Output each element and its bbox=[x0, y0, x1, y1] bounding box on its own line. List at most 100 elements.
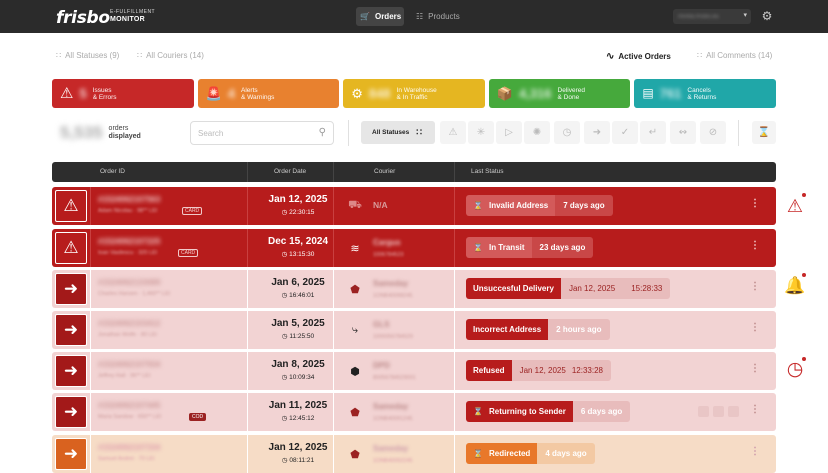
truck-icon: ⛟ bbox=[348, 199, 362, 211]
clock-icon: ◷ bbox=[281, 415, 288, 422]
alert-status-icon[interactable]: ⚠ bbox=[440, 121, 466, 144]
sameday-logo-icon: ⬟ bbox=[350, 406, 360, 419]
issues-alert-icon[interactable]: ⚠ bbox=[784, 193, 806, 217]
dotted-grid-icon: ∷ bbox=[137, 51, 143, 60]
table-row[interactable]: ➜ #1524062107334 Samuel Andrei · 70 LEI … bbox=[52, 435, 776, 473]
status-badge[interactable]: ⌛ Redirected 4 days ago bbox=[466, 443, 595, 464]
warning-triangle-icon: ⚠ bbox=[55, 232, 87, 264]
hourglass-icon: ⌛ bbox=[473, 407, 483, 416]
more-menu-icon[interactable]: ⋮ bbox=[750, 281, 760, 292]
card-alerts[interactable]: 🚨 4 Alerts & Warnings bbox=[197, 79, 340, 108]
status-badge[interactable]: ⌛ Returning to Sender 6 days ago bbox=[466, 401, 631, 422]
barcode-icon: ▤ bbox=[642, 86, 654, 100]
clock-status-icon[interactable]: ◷ bbox=[554, 121, 580, 144]
clock-icon: ◷ bbox=[281, 209, 288, 216]
card-delivered[interactable]: 📦 4,316 Delivered & Done bbox=[488, 79, 631, 108]
payment-tag: CARD bbox=[178, 249, 199, 257]
arrow-right-icon: ➜ bbox=[55, 273, 87, 305]
more-menu-icon[interactable]: ⋮ bbox=[750, 240, 760, 251]
clock-icon: ◷ bbox=[281, 333, 288, 340]
filter-active-orders[interactable]: ∿ Active Orders bbox=[606, 51, 671, 62]
arrow-right-icon: ➜ bbox=[55, 314, 87, 346]
hourglass-icon: ⌛ bbox=[473, 243, 483, 252]
clock-icon: ◷ bbox=[281, 457, 288, 464]
cart-icon: 🛒 bbox=[360, 12, 370, 21]
top-bar: frisbo E-FULFILLMENT MONITOR 🛒 Orders ☷ P… bbox=[0, 0, 828, 33]
hand-box-icon: 📦 bbox=[496, 86, 513, 101]
arrow-right-icon: ➜ bbox=[55, 355, 87, 387]
arrow-right-icon: ➜ bbox=[55, 438, 87, 470]
table-row[interactable]: ➜ #1524062103412 Jonathan Wolfe · 80 LEI… bbox=[52, 311, 776, 349]
more-menu-icon[interactable]: ⋮ bbox=[750, 363, 760, 374]
warning-triangle-icon: ⚠ bbox=[55, 190, 87, 222]
more-menu-icon[interactable]: ⋮ bbox=[750, 322, 760, 333]
status-badge[interactable]: Incorrect Address 2 hours ago bbox=[466, 319, 610, 340]
table-row[interactable]: ➜ #1524062133089 Charles Hansen · 1,460*… bbox=[52, 270, 776, 308]
dotted-grid-icon: ∷ bbox=[56, 51, 62, 60]
gears-icon: ⚙ bbox=[351, 86, 363, 101]
arrow-right-icon: ➜ bbox=[55, 396, 87, 428]
status-badge[interactable]: ⌛ In Transit 23 days ago bbox=[466, 237, 594, 258]
arrow-right-status-icon[interactable]: ➜ bbox=[584, 121, 610, 144]
filter-all-comments[interactable]: ∷ All Comments (14) bbox=[697, 51, 772, 60]
activity-icon: ∿ bbox=[606, 51, 615, 62]
filter-all-statuses[interactable]: ∷ All Statuses (9) bbox=[56, 51, 119, 60]
logo-subtitle: E-FULFILLMENT MONITOR bbox=[110, 9, 156, 23]
chevron-down-icon: ▾ bbox=[743, 12, 747, 19]
clock-alert-icon[interactable]: ◷ bbox=[784, 357, 806, 381]
siren-icon: 🚨 bbox=[205, 86, 222, 101]
return-status-icon[interactable]: ↵ bbox=[640, 121, 666, 144]
status-badge[interactable]: Refused Jan 12, 2025 12:33:28 bbox=[466, 360, 611, 381]
clock-icon: ◷ bbox=[281, 251, 288, 258]
more-menu-icon[interactable]: ⋮ bbox=[750, 404, 760, 415]
play-status-icon[interactable]: ▷ bbox=[496, 121, 522, 144]
warning-triangle-icon: ⚠ bbox=[60, 85, 74, 102]
cancel-status-icon[interactable]: ⊘ bbox=[700, 121, 726, 144]
table-row[interactable]: ➜ #1524062107445 Maria Sandow · 650** LE… bbox=[52, 393, 776, 431]
clock-icon: ◷ bbox=[281, 374, 288, 381]
search-input[interactable]: Search ⚲ bbox=[190, 121, 334, 145]
more-menu-icon[interactable]: ⋮ bbox=[750, 198, 760, 209]
card-cancels[interactable]: ▤ 761 Cancels & Returns bbox=[634, 79, 776, 108]
card-issues[interactable]: ⚠ 5 Issues & Errors bbox=[52, 79, 194, 108]
grid-list-icon: ☷ bbox=[416, 12, 424, 21]
orders-displayed: 5,535 orders displayed bbox=[60, 123, 141, 142]
gls-logo-icon: ⤷ bbox=[351, 323, 359, 336]
siren-alert-icon[interactable]: 🔔 bbox=[784, 273, 806, 297]
hourglass-icon: ⌛ bbox=[473, 449, 483, 458]
dpd-logo-icon: ⬢ bbox=[350, 365, 360, 378]
payment-tag: CARD bbox=[182, 207, 203, 215]
filter-all-couriers[interactable]: ∷ All Couriers (14) bbox=[137, 51, 204, 60]
check-status-icon[interactable]: ✓ bbox=[612, 121, 638, 144]
gear-icon[interactable]: ⚙ bbox=[760, 9, 774, 23]
table-header: Order ID Order Date Courier Last Status bbox=[52, 162, 776, 182]
user-selector[interactable]: mirela.frisbo.eu ▾ bbox=[673, 9, 751, 24]
divider bbox=[348, 120, 349, 146]
nav-orders-tab[interactable]: 🛒 Orders bbox=[356, 7, 404, 26]
processing-status-icon[interactable]: ✳ bbox=[468, 121, 494, 144]
loading-status-icon[interactable]: ✺ bbox=[524, 121, 550, 144]
search-icon: ⚲ bbox=[318, 127, 326, 138]
hourglass-filter-icon[interactable]: ⌛ bbox=[752, 121, 776, 144]
status-badge[interactable]: ⌛ Invalid Address 7 days ago bbox=[466, 195, 613, 216]
clock-icon: ◷ bbox=[281, 292, 288, 299]
cod-tag: COD bbox=[189, 413, 207, 421]
more-menu-icon[interactable]: ⋮ bbox=[750, 446, 760, 457]
reroute-status-icon[interactable]: ↭ bbox=[670, 121, 696, 144]
all-statuses-button[interactable]: All Statuses ∷ bbox=[361, 121, 435, 144]
divider bbox=[738, 120, 739, 146]
grid-icon: ∷ bbox=[416, 127, 422, 137]
nav-products-tab[interactable]: ☷ Products bbox=[416, 7, 460, 26]
cargus-logo-icon: ≋ bbox=[350, 242, 360, 255]
table-row[interactable]: ➜ #1524062107934 Jeffrey Hall · 96** LEI… bbox=[52, 352, 776, 390]
sameday-logo-icon: ⬟ bbox=[350, 448, 360, 461]
hourglass-icon: ⌛ bbox=[473, 201, 483, 210]
card-in-warehouse[interactable]: ⚙ 848 In Warehouse & In Traffic bbox=[343, 79, 485, 108]
table-row[interactable]: ⚠ #1524062107225 Ioan Vasilescu · 320 LE… bbox=[52, 229, 776, 267]
frisbo-logo[interactable]: frisbo bbox=[56, 8, 110, 28]
dotted-grid-icon: ∷ bbox=[697, 51, 703, 60]
table-row[interactable]: ⚠ #1524062107563 Adam Nicolau · 98** LEI… bbox=[52, 187, 776, 225]
status-filter-bar: All Statuses ∷ ⚠ ✳ ▷ ✺ ◷ ➜ ✓ ↵ ↭ ⊘ bbox=[348, 120, 739, 146]
status-badge[interactable]: Unsuccesful Delivery Jan 12, 2025 15:28:3… bbox=[466, 278, 671, 299]
sameday-logo-icon: ⬟ bbox=[350, 283, 360, 296]
